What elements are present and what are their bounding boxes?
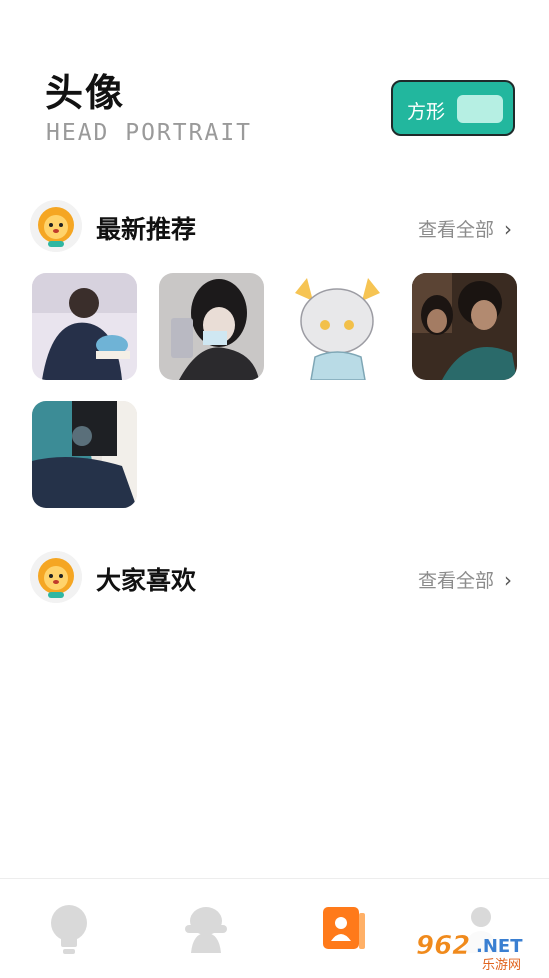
section-popular-title: 大家喜欢	[96, 566, 197, 595]
lightbulb-icon	[51, 905, 87, 954]
avatar-thumb-4[interactable]	[412, 273, 517, 380]
section-latest-view-all[interactable]: 查看全部 ›	[418, 215, 512, 242]
portrait-card-icon	[323, 907, 365, 949]
page-subtitle: HEAD PORTRAIT	[46, 120, 253, 146]
watermark-subtext: 乐游网	[482, 958, 521, 972]
avatar-thumb-5[interactable]	[32, 401, 137, 508]
chevron-right-icon: ›	[504, 568, 512, 592]
avatar-thumb-2[interactable]	[159, 273, 264, 380]
section-latest-header: 最新推荐 查看全部 ›	[30, 200, 520, 254]
section-popular-header: 大家喜欢 查看全部 ›	[30, 551, 520, 605]
section-latest-title: 最新推荐	[96, 215, 197, 244]
chevron-right-icon: ›	[504, 217, 512, 241]
watermark-suffix: .NET	[476, 936, 523, 957]
section-popular-view-all[interactable]: 查看全部 ›	[418, 566, 512, 593]
tab-mascot[interactable]	[181, 903, 231, 955]
view-all-label: 查看全部	[417, 570, 494, 592]
header: 头像 HEAD PORTRAIT 方形	[0, 0, 549, 170]
shape-toggle-label: 方形	[407, 101, 446, 123]
tab-lightbulb[interactable]	[44, 903, 94, 955]
toggle-knob	[457, 95, 503, 123]
view-all-label: 查看全部	[417, 219, 494, 241]
tab-portrait[interactable]	[319, 903, 369, 955]
avatar-thumb-1[interactable]	[32, 273, 137, 380]
lion-mascot-icon	[30, 200, 82, 252]
site-watermark-logo: 962 .NET 乐游网	[410, 928, 546, 972]
square-shape-toggle[interactable]: 方形	[391, 80, 515, 136]
avatar-thumb-3[interactable]	[285, 273, 390, 380]
page-title: 头像	[45, 71, 126, 115]
lion-mascot-icon	[30, 551, 82, 603]
mascot-icon	[185, 907, 227, 953]
watermark-number: 962	[416, 931, 470, 961]
